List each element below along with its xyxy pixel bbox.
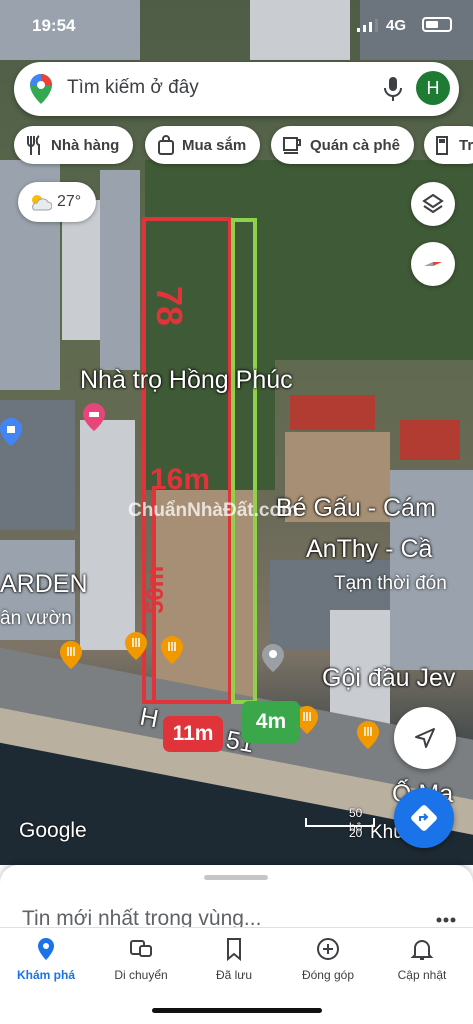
width-label: 16m	[150, 463, 211, 496]
watermark: ChuẩnNhàĐất.com	[128, 500, 298, 521]
tab-label: Cập nhật	[397, 968, 447, 982]
restaurant-pin-icon[interactable]	[125, 632, 147, 660]
place-label-tam-thoi[interactable]: Tạm thời đón	[334, 573, 447, 595]
gas-pump-icon	[436, 136, 448, 155]
weather-chip[interactable]: 27°	[18, 182, 96, 222]
my-location-button[interactable]	[394, 707, 456, 769]
building	[290, 395, 375, 430]
avatar[interactable]: H	[416, 71, 450, 105]
place-label-vuon[interactable]: ân vườn	[0, 608, 72, 630]
status-time: 19:54	[32, 16, 76, 35]
search-input[interactable]: Tìm kiếm ở đây	[67, 77, 199, 99]
microphone-icon[interactable]	[382, 76, 404, 102]
hotel-pin-icon[interactable]	[83, 403, 105, 431]
building	[80, 420, 135, 650]
shop-pin-icon[interactable]	[0, 418, 22, 446]
add-circle-icon	[317, 938, 339, 960]
tab-explore[interactable]: Khám phá	[1, 936, 91, 982]
network-type: 4G	[386, 17, 407, 34]
layers-icon	[422, 193, 444, 214]
tab-contribute[interactable]: Đóng góp	[283, 936, 373, 982]
bell-icon	[410, 940, 434, 960]
side-length-label: 50m	[142, 565, 169, 614]
restaurant-pin-icon[interactable]	[161, 636, 183, 664]
chip-restaurants[interactable]: Nhà hàng	[14, 126, 134, 164]
tab-label: Đóng góp	[301, 968, 355, 982]
navigation-arrow-icon	[415, 728, 435, 748]
home-indicator[interactable]	[152, 1008, 322, 1013]
compass-button[interactable]	[411, 242, 455, 286]
temperature: 27°	[57, 193, 82, 210]
chip-coffee[interactable]: Quán cà phê	[271, 126, 415, 164]
plot-outline-green	[231, 218, 257, 704]
place-label-garden[interactable]: ARDEN	[0, 570, 88, 599]
compass-icon	[424, 262, 442, 266]
building	[100, 170, 140, 370]
commute-icon	[130, 940, 152, 957]
salon-pin-icon[interactable]	[262, 644, 284, 672]
layers-button[interactable]	[411, 182, 455, 226]
more-options-icon[interactable]	[436, 917, 456, 923]
scale-bottom-label: 20	[349, 826, 363, 840]
place-label-nha-tro[interactable]: Nhà trọ Hồng Phúc	[80, 366, 293, 395]
directions-button[interactable]	[394, 788, 454, 848]
tab-updates[interactable]: Cập nhật	[377, 936, 467, 982]
signal-icon	[357, 19, 378, 32]
place-label-goi-dau[interactable]: Gội đầu Jev	[322, 664, 455, 693]
tab-label: Khám phá	[16, 968, 75, 982]
chip-label: Mua sắm	[182, 136, 247, 154]
location-pin-icon	[38, 938, 54, 960]
place-label-be-gau[interactable]: Bé Gấu - Cám	[276, 494, 436, 523]
google-logo: Google	[19, 819, 87, 842]
chip-label: Tr	[459, 136, 473, 154]
tab-label: Đã lưu	[215, 968, 253, 982]
battery-icon	[422, 17, 452, 32]
shopping-bag-icon	[158, 135, 174, 155]
coffee-cup-icon	[283, 137, 301, 154]
restaurant-pin-icon[interactable]	[357, 721, 379, 749]
restaurant-pin-icon[interactable]	[60, 641, 82, 669]
bookmark-icon	[227, 938, 241, 962]
front-width-badge-green: 4m	[242, 701, 300, 743]
front-width-badge-red: 11m	[163, 716, 223, 752]
google-maps-pin-icon	[30, 74, 52, 104]
partly-cloudy-icon	[32, 195, 52, 211]
drag-handle[interactable]	[204, 875, 268, 880]
directions-icon	[411, 805, 437, 831]
place-label-anthy[interactable]: AnThy - Cầ	[306, 535, 432, 564]
chip-label: Quán cà phê	[310, 136, 401, 154]
search-bar[interactable]: Tìm kiếm ở đây H	[14, 62, 459, 116]
length-label: 78	[149, 286, 190, 327]
chip-label: Nhà hàng	[51, 136, 120, 154]
chip-shopping[interactable]: Mua sắm	[145, 126, 261, 164]
building	[400, 420, 460, 460]
status-bar: 19:54 4G	[0, 0, 473, 44]
tab-commute[interactable]: Di chuyển	[96, 936, 186, 982]
tab-saved[interactable]: Đã lưu	[189, 936, 279, 982]
tab-label: Di chuyển	[114, 968, 168, 982]
chip-gas[interactable]: Tr	[424, 126, 473, 164]
fork-knife-icon	[27, 135, 40, 155]
